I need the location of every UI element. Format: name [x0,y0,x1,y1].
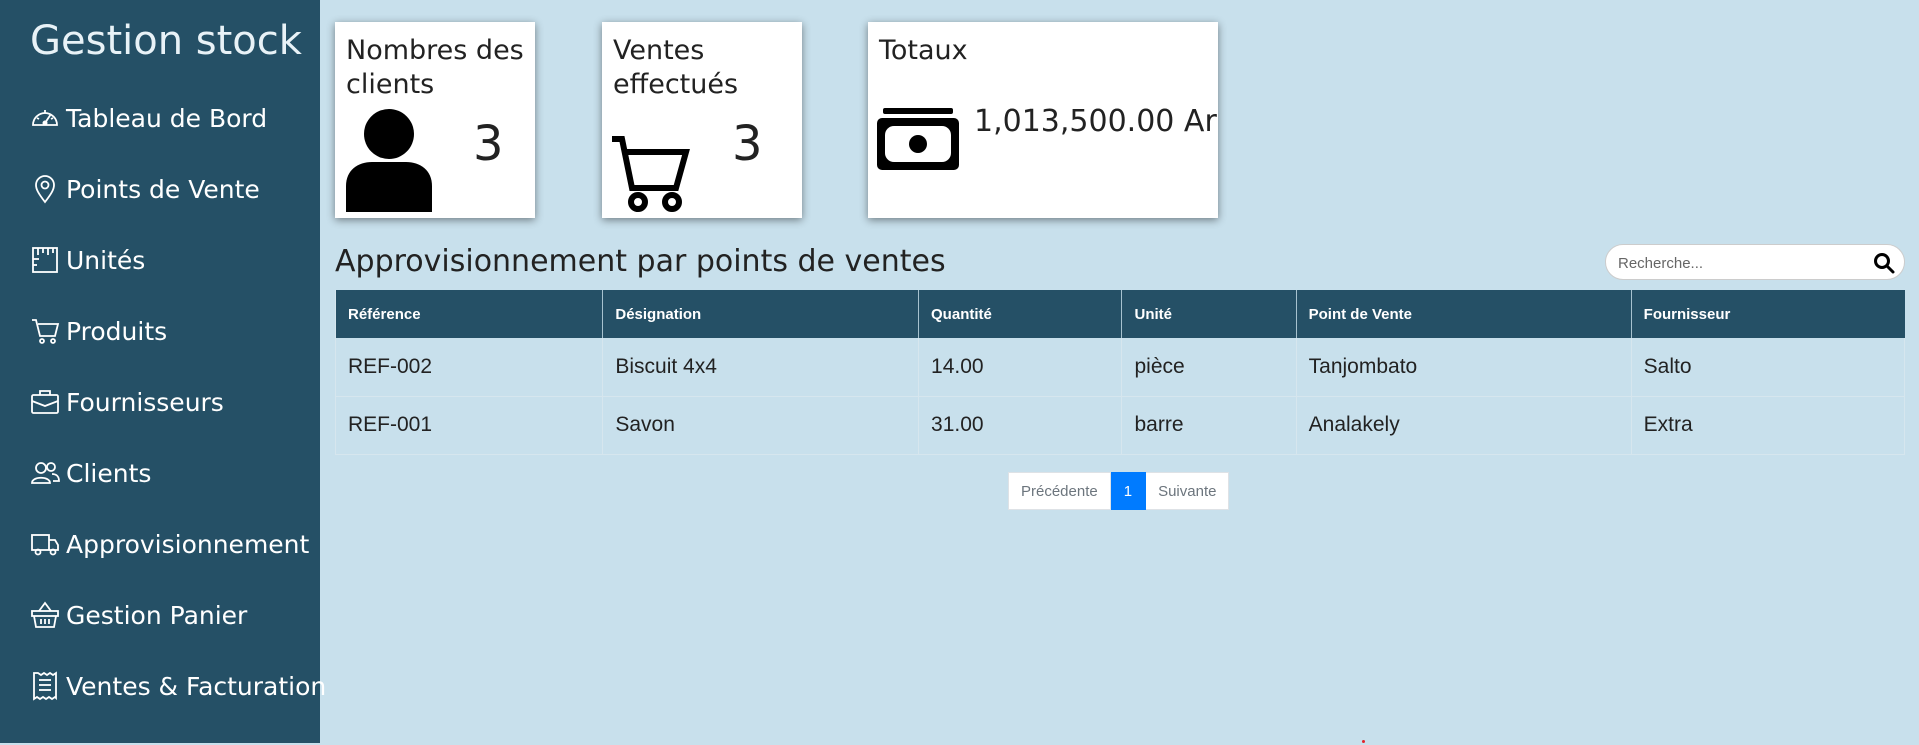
column-header-unite[interactable]: Unité [1121,290,1297,338]
totaux-amount: 1,013,500.00 Ar [974,104,1217,139]
table-cell: REF-002 [334,338,603,397]
sidebar-item-label: Points de Vente [66,174,260,204]
ventes-count: 3 [732,116,763,172]
sidebar-item-label: Unités [66,245,146,275]
speedometer-icon [32,110,58,126]
sidebar-item-ventes-facturation[interactable]: Ventes & Facturation [30,664,326,708]
sidebar-item-points-de-vente[interactable]: Points de Vente [30,167,260,211]
column-header-fournisseur[interactable]: Fournisseur [1630,290,1905,338]
column-header-point-de-vente[interactable]: Point de Vente [1295,290,1632,338]
table-cell: Salto [1630,338,1906,397]
search-icon[interactable] [1872,251,1896,275]
sidebar-item-clients[interactable]: Clients [30,451,151,495]
search-box [1605,244,1905,280]
card-title: Ventes effectués [613,35,739,100]
pagination: Précédente 1 Suivante [1008,472,1230,510]
sidebar-item-label: Fournisseurs [66,387,224,417]
table-cell: Savon [602,396,919,455]
table-cell: 31.00 [918,396,1122,455]
cash-icon [877,108,959,170]
table-cell: barre [1121,396,1297,455]
sidebar-item-gestion-panier[interactable]: Gestion Panier [30,593,247,637]
table-header-row: Référence Désignation Quantité Unité Poi… [334,290,1905,338]
brand-title: Gestion stock [30,18,302,64]
receipt-icon [33,671,57,701]
clients-count: 3 [473,116,504,172]
person-icon [346,109,432,212]
sidebar-item-fournisseurs[interactable]: Fournisseurs [30,380,224,424]
sidebar-item-label: Clients [66,458,152,488]
column-header-reference[interactable]: Référence [334,290,603,338]
cursor-dot [1362,740,1365,743]
table-cell: Extra [1630,396,1906,455]
cart-icon [32,319,60,344]
table-row: REF-002 Biscuit 4x4 14.00 pièce Tanjomba… [334,338,1906,397]
table-cell: Tanjombato [1295,338,1632,397]
basket-icon [31,601,59,628]
supply-table: Référence Désignation Quantité Unité Poi… [334,290,1906,455]
totaux-card: Totaux 1,013,500.00 Ar [868,22,1218,218]
sidebar-item-unites[interactable]: Unités [30,238,145,282]
sidebar-item-label: Ventes & Facturation [66,671,327,701]
sidebar-item-label: Produits [66,316,168,346]
ventes-card: Ventes effectués 3 [602,22,802,218]
table-cell: Analakely [1295,396,1632,455]
sidebar: Gestion stock Tableau de Bord Points de … [0,0,326,743]
sidebar-item-approvisionnement[interactable]: Approvisionnement [30,522,309,566]
sidebar-item-tableau-de-bord[interactable]: Tableau de Bord [30,96,267,140]
clients-card: Nombres des clients 3 [335,22,535,218]
sidebar-item-label: Approvisionnement [66,529,310,559]
table-cell: pièce [1121,338,1297,397]
briefcase-icon [31,390,59,414]
table-cell: 14.00 [918,338,1122,397]
previous-page-button[interactable]: Précédente [1008,472,1111,510]
column-header-designation[interactable]: Désignation [602,290,919,338]
map-pin-icon [35,175,55,204]
table-row: REF-001 Savon 31.00 barre Analakely Extr… [334,396,1906,455]
table-cell: Biscuit 4x4 [602,338,919,397]
section-title: Approvisionnement par points de ventes [335,244,946,279]
page-1-button[interactable]: 1 [1110,472,1147,510]
next-page-button[interactable]: Suivante [1146,472,1230,510]
table-cell: REF-001 [334,396,603,455]
ruler-icon [32,247,58,273]
sidebar-item-produits[interactable]: Produits [30,309,167,353]
cart-icon [612,136,690,212]
column-header-quantite[interactable]: Quantité [918,290,1122,338]
search-input[interactable] [1618,251,1858,275]
truck-icon [31,534,59,556]
card-title: Totaux [879,35,968,66]
sidebar-item-label: Tableau de Bord [66,103,268,133]
people-icon [31,462,60,484]
card-title: Nombres des clients [346,35,524,100]
sidebar-item-label: Gestion Panier [66,600,248,630]
